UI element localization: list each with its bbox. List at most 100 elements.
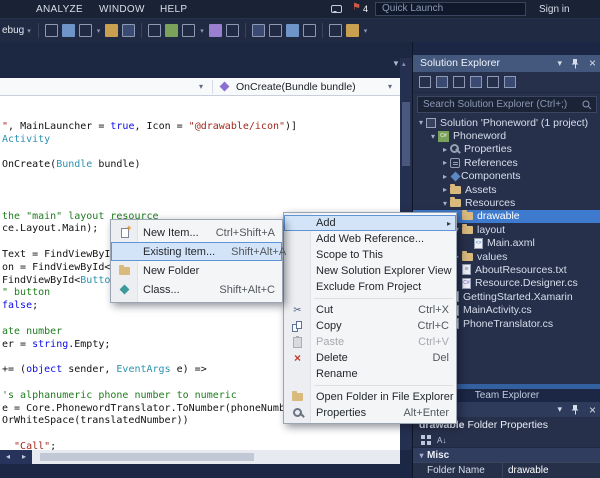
- method-dropdown[interactable]: OnCreate(Bundle bundle): [236, 81, 356, 93]
- quick-launch-input[interactable]: Quick Launch: [375, 2, 526, 16]
- vertical-scroll-thumb[interactable]: [402, 102, 410, 166]
- menu-item-new-folder[interactable]: New Folder: [111, 261, 282, 280]
- active-files-dropdown-icon[interactable]: ▼: [392, 59, 400, 68]
- toolbar-icon[interactable]: [303, 24, 316, 37]
- tree-item-solution[interactable]: ▾Solution 'Phoneword' (1 project): [413, 116, 600, 129]
- expander-icon[interactable]: ▸: [440, 185, 450, 194]
- toolbar-icon[interactable]: [269, 24, 282, 37]
- show-all-files-icon[interactable]: [470, 76, 482, 88]
- menu-item-add[interactable]: Add ▸: [284, 215, 456, 231]
- menu-shortcut: Alt+Enter: [403, 407, 449, 419]
- solution-explorer-title-bar[interactable]: Solution Explorer ▾ ×: [413, 55, 600, 72]
- menu-analyze[interactable]: ANALYZE: [36, 4, 83, 15]
- home-icon[interactable]: [419, 76, 431, 88]
- expander-icon[interactable]: ▾: [440, 199, 450, 208]
- window-position-chevron-icon[interactable]: ▾: [557, 404, 562, 415]
- toolbar-icon[interactable]: [226, 24, 239, 37]
- class-dropdown-chevron-icon[interactable]: ▾: [199, 82, 203, 91]
- tree-item-project[interactable]: ▾Phoneword: [413, 129, 600, 142]
- property-name-cell[interactable]: Folder Name: [413, 463, 503, 478]
- toolbar-icon[interactable]: [105, 24, 118, 37]
- menu-item-class[interactable]: Class... Shift+Alt+C: [111, 280, 282, 299]
- method-dropdown-chevron-icon[interactable]: ▾: [388, 82, 392, 91]
- toolbar-icon[interactable]: [346, 24, 359, 37]
- sync-with-active-document-icon[interactable]: [504, 76, 516, 88]
- toolbar-icon[interactable]: [209, 24, 222, 37]
- chevron-down-icon[interactable]: ▾: [200, 27, 204, 35]
- class-icon: [120, 285, 130, 295]
- menu-item-new-item[interactable]: New Item... Ctrl+Shift+A: [111, 223, 282, 242]
- pin-icon[interactable]: [571, 58, 580, 69]
- search-input[interactable]: Search Solution Explorer (Ctrl+;): [417, 96, 597, 113]
- refresh-icon[interactable]: [487, 76, 499, 88]
- category-label: Misc: [427, 450, 449, 461]
- expander-icon[interactable]: ▸: [440, 145, 450, 154]
- toolbar-icon[interactable]: [45, 24, 58, 37]
- property-row[interactable]: Folder Name drawable: [413, 462, 600, 478]
- close-icon[interactable]: ×: [589, 55, 596, 72]
- menu-item-exclude-from-project[interactable]: Exclude From Project: [284, 279, 456, 295]
- menu-item-paste[interactable]: Paste Ctrl+V: [284, 334, 456, 350]
- categorized-icon[interactable]: [421, 435, 425, 439]
- alphabetical-sort-icon[interactable]: A↓: [437, 436, 446, 445]
- menu-item-rename[interactable]: Rename: [284, 366, 456, 382]
- scroll-up-icon[interactable]: ▴: [402, 60, 406, 68]
- menu-item-delete[interactable]: × Delete Del: [284, 350, 456, 366]
- toolbar-icon[interactable]: [329, 24, 342, 37]
- menu-item-open-folder-in-file-explorer[interactable]: Open Folder in File Explorer: [284, 389, 456, 405]
- menu-window[interactable]: WINDOW: [99, 4, 145, 15]
- expander-icon[interactable]: ▾: [428, 132, 438, 141]
- tree-item-components[interactable]: ▸Components: [413, 170, 600, 183]
- menu-help[interactable]: HELP: [160, 4, 187, 15]
- feedback-icon[interactable]: [331, 5, 342, 13]
- tab-team-explorer[interactable]: Team Explorer: [475, 390, 539, 401]
- menu-item-existing-item[interactable]: Existing Item... Shift+Alt+A: [111, 242, 282, 261]
- toolbar-icon[interactable]: [122, 24, 135, 37]
- tree-label: PhoneTranslator.cs: [463, 318, 553, 330]
- menu-item-properties[interactable]: Properties Alt+Enter: [284, 405, 456, 421]
- debug-configuration-dropdown[interactable]: ebug: [2, 25, 24, 36]
- menu-item-new-solution-explorer-view[interactable]: New Solution Explorer View: [284, 263, 456, 279]
- expander-icon[interactable]: ▸: [440, 158, 450, 167]
- expander-icon[interactable]: ▸: [440, 172, 450, 181]
- editor-navigation-bar: ▾ OnCreate(Bundle bundle) ▾: [0, 78, 400, 96]
- folder-icon: [462, 253, 473, 261]
- toolbar-icon[interactable]: [182, 24, 195, 37]
- toolbar-icon[interactable]: [165, 24, 178, 37]
- menu-item-add-web-reference[interactable]: Add Web Reference...: [284, 231, 456, 247]
- menu-item-cut[interactable]: ✂ Cut Ctrl+X: [284, 302, 456, 318]
- tree-label: drawable: [477, 210, 520, 222]
- expander-icon[interactable]: ▾: [416, 451, 427, 460]
- tree-item-resources[interactable]: ▾Resources: [413, 196, 600, 209]
- search-placeholder: Search Solution Explorer (Ctrl+;): [423, 99, 567, 110]
- tree-item-properties[interactable]: ▸Properties: [413, 143, 600, 156]
- close-icon[interactable]: ×: [589, 403, 596, 417]
- collapse-all-icon[interactable]: [436, 76, 448, 88]
- window-position-chevron-icon[interactable]: ▾: [557, 55, 562, 72]
- editor-horizontal-scrollbar[interactable]: ◂ ▸: [0, 450, 400, 464]
- horizontal-scroll-thumb[interactable]: [40, 453, 254, 461]
- sign-in-link[interactable]: Sign in: [539, 4, 570, 15]
- pin-icon[interactable]: [571, 404, 580, 415]
- scroll-left-icon[interactable]: ◂: [0, 450, 16, 464]
- chevron-down-icon[interactable]: ▾: [27, 27, 31, 35]
- menu-item-scope-to-this[interactable]: Scope to This: [284, 247, 456, 263]
- toolbar-icon[interactable]: [252, 24, 265, 37]
- toolbar-icon[interactable]: [79, 24, 92, 37]
- scissors-icon: ✂: [293, 305, 301, 316]
- property-value-cell[interactable]: drawable: [503, 465, 549, 476]
- scroll-right-icon[interactable]: ▸: [16, 450, 32, 464]
- toolbar-icon[interactable]: [62, 24, 75, 37]
- menu-item-copy[interactable]: Copy Ctrl+C: [284, 318, 456, 334]
- tree-item-assets[interactable]: ▸Assets: [413, 183, 600, 196]
- properties-icon[interactable]: [453, 76, 465, 88]
- chevron-down-icon[interactable]: ▾: [97, 27, 101, 35]
- chevron-down-icon[interactable]: ▾: [364, 27, 368, 35]
- tree-item-references[interactable]: ▸References: [413, 156, 600, 169]
- property-category-row[interactable]: ▾ Misc: [413, 448, 600, 462]
- toolbar-icon[interactable]: [286, 24, 299, 37]
- expander-icon[interactable]: ▾: [416, 118, 426, 127]
- properties-toolbar: A↓: [413, 433, 600, 448]
- notification-flag-icon[interactable]: ⚑: [352, 2, 361, 13]
- toolbar-icon[interactable]: [148, 24, 161, 37]
